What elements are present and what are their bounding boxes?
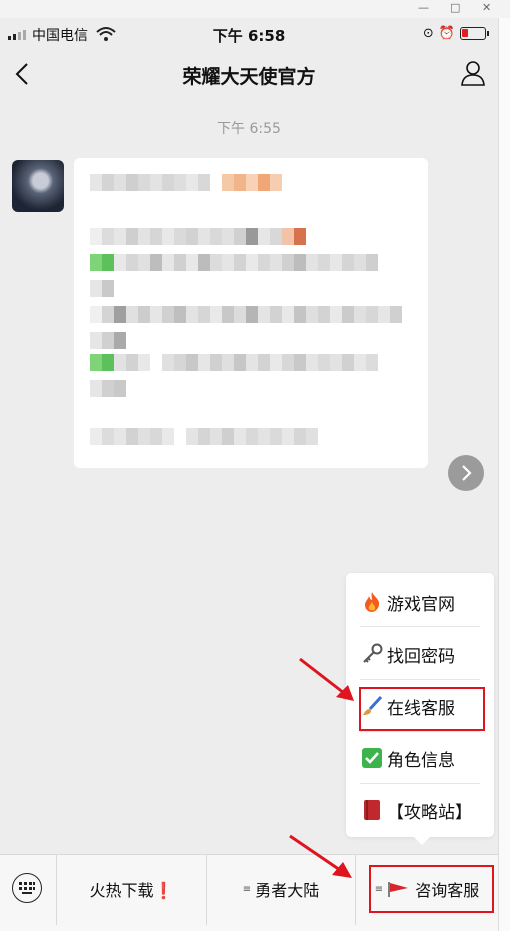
chat-title: 荣耀大天使官方 [182,66,316,88]
menu-divider [360,731,480,732]
key-icon [360,642,384,666]
blurred-text [90,280,114,297]
menu-item-label: 【攻略站】 [387,802,472,823]
tab-label: 火热下载❗ [89,881,174,900]
highlight-box-consult-service [369,865,494,913]
fire-icon [360,590,384,614]
message-timestamp: 下午 6:55 [217,121,281,137]
red-arrow-icon [289,834,352,878]
keyboard-icon [19,882,35,894]
blurred-text [90,428,318,445]
menu-divider [360,783,480,784]
profile-icon[interactable] [460,60,486,86]
minimize-icon[interactable]: — [418,1,429,14]
menu-item-label: 游戏官网 [387,594,455,615]
keyboard-toggle-button[interactable] [12,873,42,903]
blurred-text [90,332,126,349]
maximize-icon[interactable]: □ [450,1,460,14]
share-button[interactable] [448,455,484,491]
official-account-avatar[interactable] [12,160,64,212]
navigation-bar: 荣耀大天使官方 [0,50,498,100]
menu-item-label: 角色信息 [387,750,455,771]
chevron-right-icon [462,465,472,481]
menu-divider [360,679,480,680]
battery-icon [460,27,489,40]
highlight-box-online-service [359,687,485,731]
menu-item-recover-password[interactable]: 找回密码 [360,629,480,679]
window-titlebar: — □ ✕ [0,0,510,18]
blurred-text [90,306,402,323]
menu-item-label: 找回密码 [387,646,455,667]
red-arrow-icon [299,657,354,701]
blurred-text [90,174,282,191]
message-card[interactable] [74,158,428,468]
close-icon[interactable]: ✕ [482,1,491,14]
menu-item-game-website[interactable]: 游戏官网 [360,577,480,627]
menu-item-guide-site[interactable]: 【攻略站】 [360,785,480,835]
side-panel-edge [498,18,510,931]
menu-divider [360,626,480,627]
tab-hot-download[interactable]: 火热下载❗ [57,875,206,903]
menu-lines-icon: ≡ [242,883,252,895]
blurred-text [90,228,306,245]
blurred-text [90,354,378,371]
status-bar: 中国电信 下午 6:58 ⊙ ⏰ [0,18,498,50]
book-icon [360,798,384,822]
blurred-text [90,380,126,397]
rotation-lock-icon: ⊙ [422,26,434,41]
blurred-text [90,254,378,271]
menu-item-character-info[interactable]: 角色信息 [360,733,480,783]
alarm-icon: ⏰ [438,26,455,41]
check-mark-icon [360,746,384,770]
